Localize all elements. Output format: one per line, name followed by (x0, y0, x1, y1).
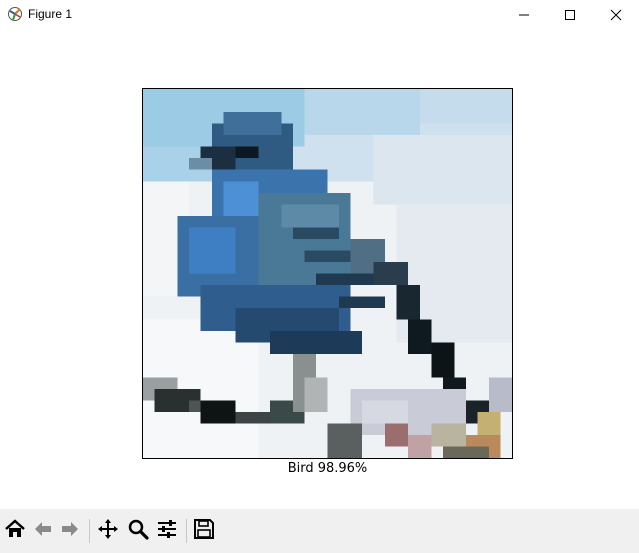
pan-icon (97, 518, 119, 545)
home-button[interactable] (2, 518, 28, 544)
bird-image (143, 89, 512, 458)
close-button[interactable] (593, 0, 639, 29)
home-icon (4, 518, 26, 545)
zoom-button[interactable] (125, 518, 151, 544)
forward-button[interactable] (57, 518, 83, 544)
matplotlib-app-icon (7, 6, 23, 22)
forward-arrow-icon (59, 518, 81, 545)
figure-window: Figure 1 Bird 98.96% (0, 0, 639, 553)
back-button[interactable] (30, 518, 56, 544)
toolbar-separator (89, 519, 90, 543)
minimize-button[interactable] (501, 0, 547, 29)
save-button[interactable] (191, 518, 217, 544)
figure-canvas[interactable]: Bird 98.96% (0, 29, 639, 509)
image-axes[interactable] (142, 88, 513, 459)
maximize-button[interactable] (547, 0, 593, 29)
configure-subplots-icon (156, 518, 178, 545)
prediction-label: Bird 98.96% (287, 461, 368, 476)
minimize-icon (518, 9, 530, 21)
navigation-toolbar (0, 509, 639, 553)
pan-button[interactable] (95, 518, 121, 544)
title-bar[interactable]: Figure 1 (0, 0, 639, 29)
save-icon (193, 518, 215, 545)
toolbar-separator (186, 519, 187, 543)
configure-subplots-button[interactable] (154, 518, 180, 544)
window-title: Figure 1 (28, 7, 73, 21)
close-icon (610, 9, 622, 21)
zoom-icon (127, 518, 149, 545)
maximize-icon (564, 9, 576, 21)
back-arrow-icon (32, 518, 54, 545)
